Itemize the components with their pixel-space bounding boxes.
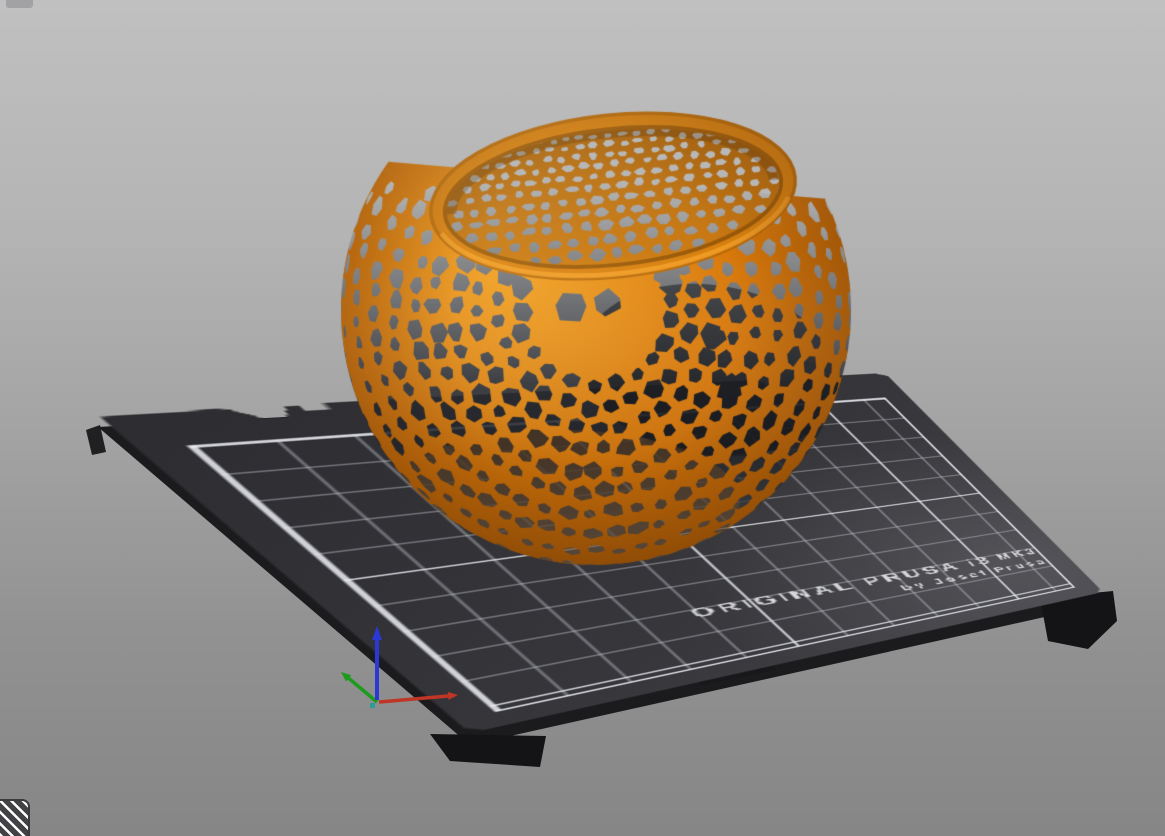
viewport-3d[interactable]: ORIGINAL PRUSA i3MK3 by Josef Prusa bbox=[0, 0, 1165, 836]
toolbar-fragment bbox=[6, 0, 33, 8]
voronoi-dome-model[interactable] bbox=[310, 70, 910, 590]
bed-foot-front bbox=[430, 734, 546, 767]
diagonal-stripes-icon[interactable] bbox=[0, 799, 30, 836]
